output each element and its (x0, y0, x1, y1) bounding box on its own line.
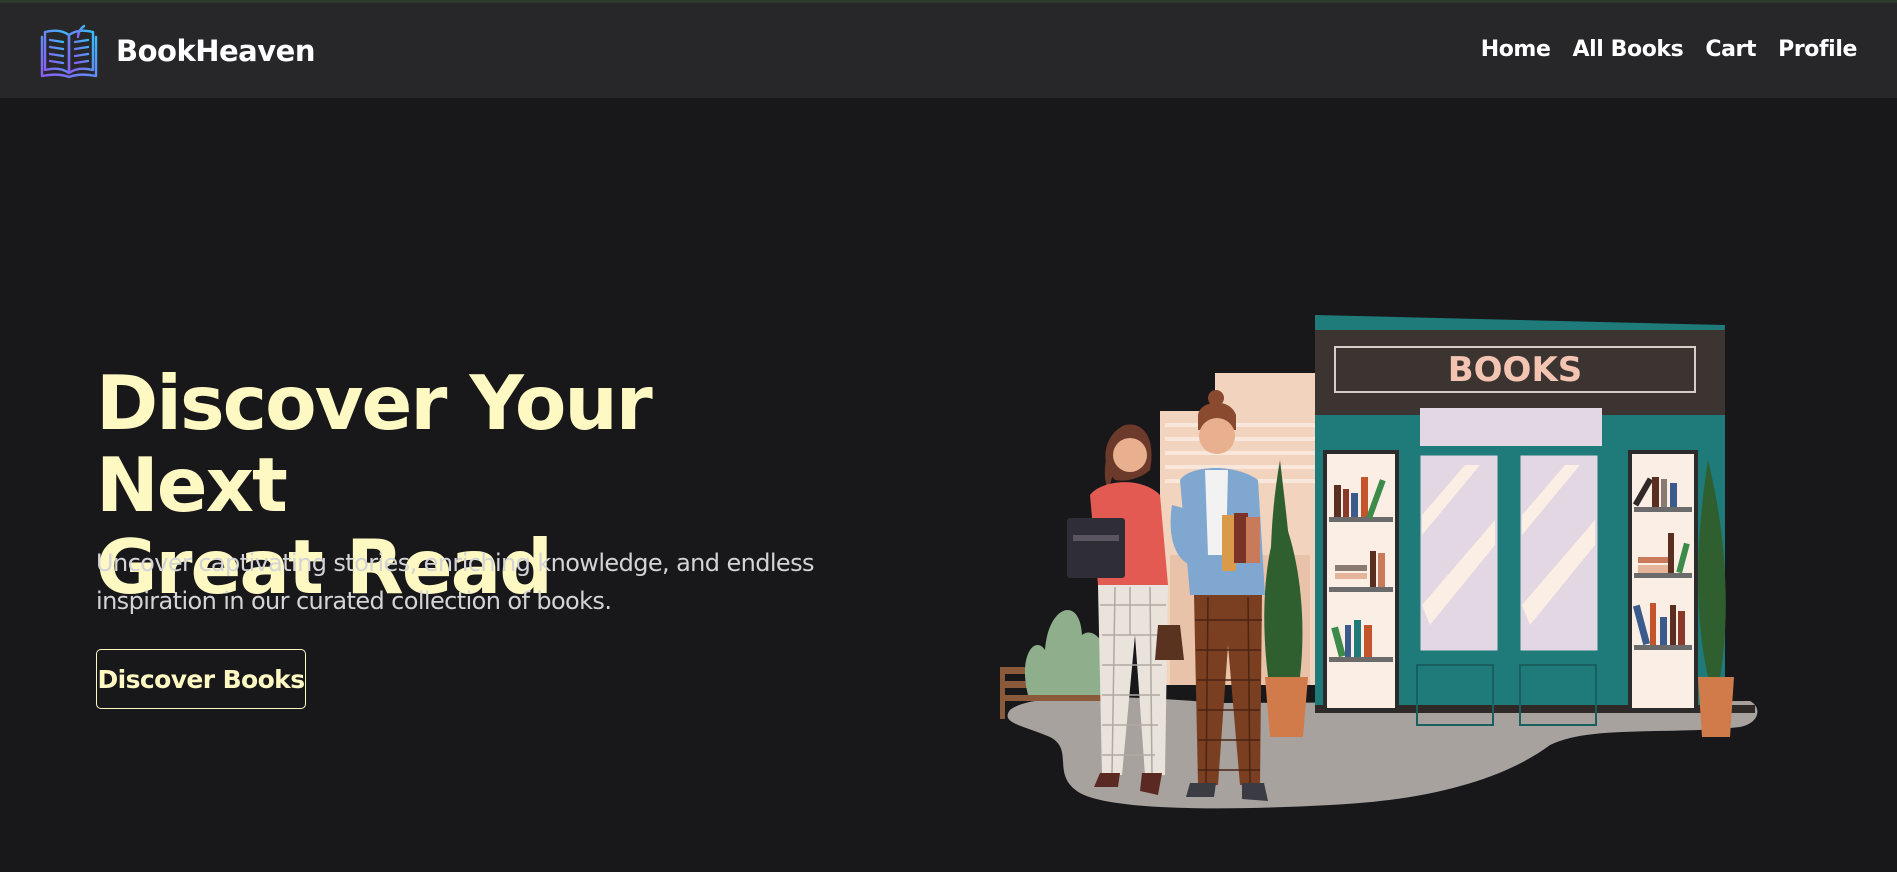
nav-links: Home All Books Cart Profile (1481, 37, 1858, 62)
hero-title-line-1: Discover Your Next (96, 359, 653, 529)
navbar: BookHeaven Home All Books Cart Profile (0, 3, 1897, 98)
open-book-icon (40, 24, 98, 79)
nav-link-profile[interactable]: Profile (1778, 37, 1857, 62)
potted-plant-right (1698, 460, 1734, 737)
nav-link-cart[interactable]: Cart (1705, 37, 1756, 62)
bush (1024, 609, 1110, 695)
nav-link-home[interactable]: Home (1481, 37, 1551, 62)
hero-subtitle: Uncover captivating stories, enriching k… (96, 549, 815, 615)
nav-link-all-books[interactable]: All Books (1572, 37, 1683, 62)
brand-name: BookHeaven (116, 34, 315, 68)
bookstore-illustration: BOOKS (1000, 315, 1758, 809)
store-sign-text: BOOKS (1448, 350, 1583, 390)
discover-books-button[interactable]: Discover Books (96, 649, 306, 709)
brand[interactable]: BookHeaven (40, 23, 315, 79)
